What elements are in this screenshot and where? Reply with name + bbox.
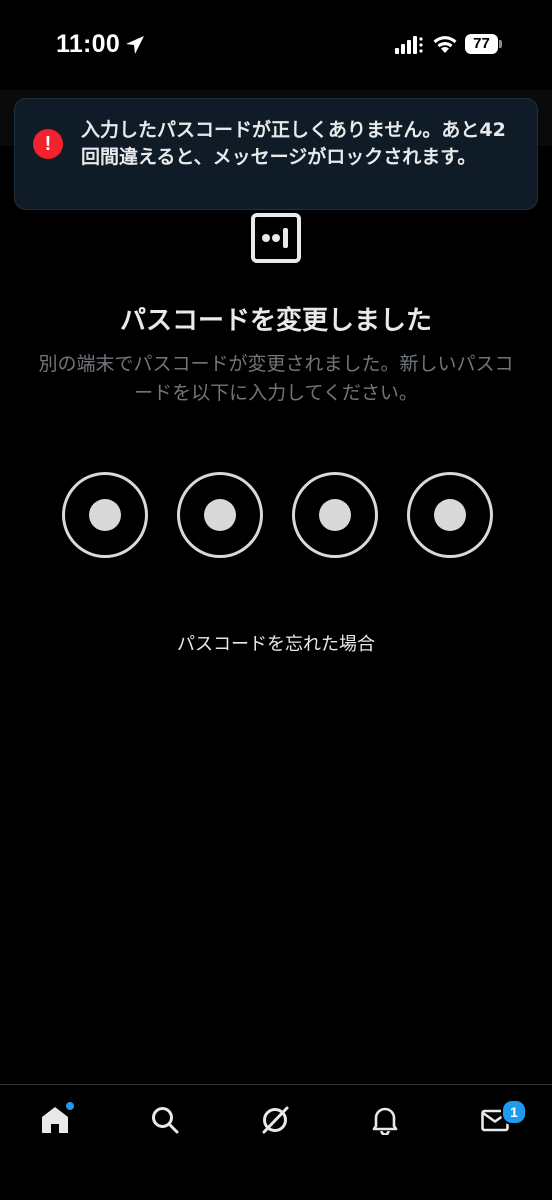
passcode-digit-fill	[434, 499, 466, 531]
home-notification-dot	[66, 1102, 74, 1110]
status-time: 11:00	[56, 30, 121, 58]
passcode-digit-fill	[89, 499, 121, 531]
messages-badge: 1	[501, 1099, 527, 1125]
nav-search[interactable]	[137, 1099, 193, 1143]
screen: 11:00 77 ! 入力したパスコードが正しくありません。あと42回間違えると…	[0, 0, 552, 1200]
status-bar: 11:00 77	[0, 0, 552, 90]
bottom-nav: 1	[0, 1084, 552, 1200]
passcode-indicator[interactable]	[0, 472, 552, 558]
bell-icon	[372, 1107, 398, 1135]
error-toast: ! 入力したパスコードが正しくありません。あと42回間違えると、メッセージがロッ…	[14, 98, 538, 210]
nav-home[interactable]	[27, 1099, 83, 1143]
battery-icon: 77	[465, 34, 502, 54]
toast-message: 入力したパスコードが正しくありません。あと42回間違えると、メッセージがロックさ…	[81, 119, 506, 168]
nav-messages[interactable]: 1	[467, 1099, 527, 1143]
passcode-digit-2	[177, 472, 263, 558]
passcode-digit-fill	[204, 499, 236, 531]
nav-notifications[interactable]	[357, 1099, 413, 1143]
passcode-digit-3	[292, 472, 378, 558]
grok-icon	[262, 1106, 289, 1134]
battery-cap	[499, 40, 502, 48]
home-icon	[42, 1107, 68, 1133]
passcode-digit-4	[407, 472, 493, 558]
nav-grok[interactable]	[247, 1099, 303, 1143]
app-logo-icon	[251, 213, 301, 263]
page-title: パスコードを変更しました	[119, 306, 432, 336]
signal-icon	[395, 36, 423, 54]
page-subtitle: 別の端末でパスコードが変更されました。新しいパスコードを以下に入力してください。	[38, 353, 514, 404]
battery-level: 77	[465, 34, 498, 54]
wifi-icon	[433, 36, 457, 53]
search-icon	[152, 1107, 179, 1134]
error-icon: !	[33, 129, 63, 159]
forgot-passcode-link[interactable]: パスコードを忘れた場合	[0, 630, 552, 656]
passcode-digit-1	[62, 472, 148, 558]
location-arrow-icon	[126, 36, 144, 54]
passcode-digit-fill	[319, 499, 351, 531]
